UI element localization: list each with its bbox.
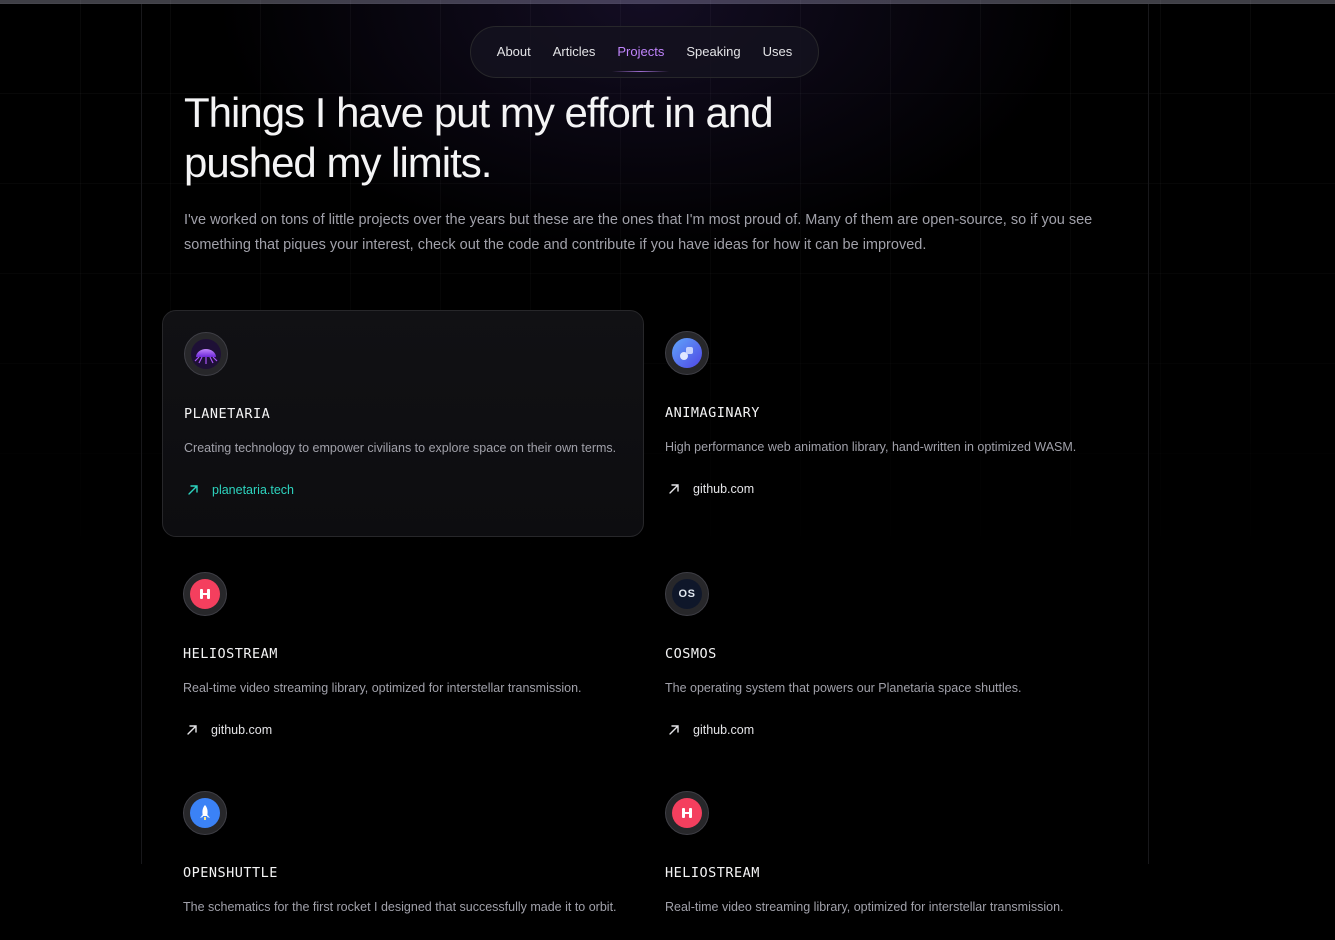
heliostream-logo-icon	[665, 791, 709, 835]
project-card-animaginary[interactable]: ANIMAGINARY High performance web animati…	[644, 310, 1126, 537]
project-link-label: github.com	[693, 482, 755, 496]
openshuttle-logo-icon	[183, 791, 227, 835]
project-card-heliostream[interactable]: HELIOSTREAM Real-time video streaming li…	[162, 551, 644, 761]
project-name: OPENSHUTTLE	[183, 865, 278, 881]
arrow-up-right-icon	[669, 484, 679, 494]
project-card-heliostream-2[interactable]: HELIOSTREAM Real-time video streaming li…	[644, 770, 1126, 940]
cosmos-logo-text: OS	[678, 588, 696, 600]
project-link-label: github.com	[211, 723, 273, 737]
project-description: High performance web animation library, …	[665, 440, 1077, 454]
project-card-openshuttle[interactable]: OPENSHUTTLE The schematics for the first…	[162, 770, 644, 940]
nav-projects[interactable]: Projects	[606, 26, 675, 78]
nav-uses[interactable]: Uses	[752, 26, 804, 78]
project-name: PLANETARIA	[184, 406, 271, 422]
nav-articles[interactable]: Articles	[542, 26, 607, 78]
project-link[interactable]: github.com	[665, 480, 1105, 498]
project-name: HELIOSTREAM	[665, 865, 760, 881]
main-navigation: About Articles Projects Speaking Uses	[470, 26, 819, 78]
planetaria-logo-icon	[184, 332, 228, 376]
nav-about[interactable]: About	[486, 26, 542, 78]
project-description: Real-time video streaming library, optim…	[665, 900, 1064, 914]
arrow-up-right-icon	[669, 725, 679, 735]
page-intro: I've worked on tons of little projects o…	[184, 212, 1093, 253]
project-description: Real-time video streaming library, optim…	[183, 681, 582, 695]
project-description: Creating technology to empower civilians…	[184, 441, 617, 455]
project-card-planetaria[interactable]: PLANETARIA Creating technology to empowe…	[162, 310, 644, 537]
project-link[interactable]: planetaria.tech	[184, 481, 622, 499]
nav-speaking[interactable]: Speaking	[675, 26, 751, 78]
project-name: ANIMAGINARY	[665, 405, 760, 421]
frame-line-right	[1148, 4, 1149, 864]
project-link[interactable]: github.com	[183, 721, 623, 739]
cosmos-logo-icon: OS	[665, 572, 709, 616]
project-name: COSMOS	[665, 646, 717, 662]
arrow-up-right-icon	[188, 485, 198, 495]
project-link-label: github.com	[693, 723, 755, 737]
arrow-up-right-icon	[187, 725, 197, 735]
page-title: Things I have put my effort in and pushe…	[184, 89, 774, 186]
heliostream-logo-icon	[183, 572, 227, 616]
animaginary-logo-icon	[665, 331, 709, 375]
project-link[interactable]: github.com	[665, 721, 1105, 739]
project-description: The schematics for the first rocket I de…	[183, 900, 617, 914]
project-name: HELIOSTREAM	[183, 646, 278, 662]
frame-line-left	[141, 4, 142, 864]
project-description: The operating system that powers our Pla…	[665, 681, 1022, 695]
project-card-cosmos[interactable]: OS COSMOS The operating system that powe…	[644, 551, 1126, 761]
project-link-label: planetaria.tech	[212, 483, 295, 497]
